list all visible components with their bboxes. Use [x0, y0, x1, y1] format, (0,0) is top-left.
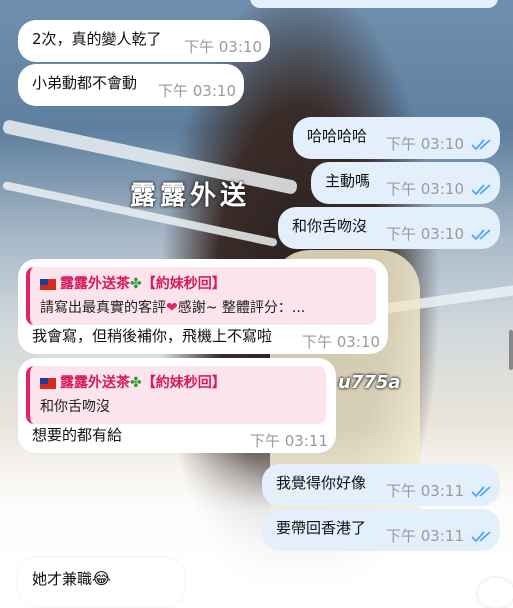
taiwan-flag-icon [40, 377, 56, 389]
double-check-icon [471, 139, 491, 151]
message-text: 哈哈哈哈 [307, 127, 368, 145]
reply-quote-sender: 露露外送茶✤【約妹秒回】 [40, 273, 226, 293]
double-check-icon [471, 486, 491, 498]
message-time: 下午 03:10 [386, 135, 464, 153]
reply-quote-sender: 露露外送茶✤【約妹秒回】 [40, 372, 226, 392]
message-text: 2次，真的變人乾了 [32, 30, 162, 48]
tears-of-joy-icon: 😂 [92, 569, 111, 588]
reply-quote[interactable]: 露露外送茶✤【約妹秒回】 請寫出最真實的客評❤感謝~ 整體評分：... [26, 267, 376, 325]
message-time: 下午 03:10 [158, 82, 236, 100]
message-time: 下午 03:10 [386, 225, 464, 243]
reply-quote[interactable]: 露露外送茶✤【約妹秒回】 和你舌吻沒 [26, 366, 326, 424]
reply-quote-text: 和你舌吻沒 [40, 399, 110, 415]
message-bubble-outgoing[interactable]: 要帶回香港了 下午 03:11 [262, 509, 500, 551]
message-time: 下午 03:11 [386, 482, 464, 500]
message-bubble-outgoing-clipped[interactable] [250, 0, 498, 8]
taiwan-flag-icon [40, 278, 56, 290]
message-bubble-incoming[interactable]: 小弟動都不會動 下午 03:10 [18, 64, 244, 106]
message-text: 她才兼職😂 [32, 569, 111, 588]
message-time: 下午 03:10 [302, 333, 380, 351]
double-check-icon [471, 531, 491, 543]
message-time: 下午 03:10 [386, 180, 464, 198]
wallpaper-watermark: 露露外送 [130, 181, 251, 211]
message-bubble-outgoing[interactable]: 主動嗎 下午 03:10 [311, 162, 500, 204]
heart-icon: ❤ [166, 300, 178, 316]
four-leaf-clover-icon: ✤ [130, 276, 142, 292]
scrollbar-thumb[interactable] [509, 330, 513, 370]
message-bubble-outgoing[interactable]: 我覺得你好像 下午 03:11 [262, 464, 500, 506]
message-time: 下午 03:11 [386, 527, 464, 545]
message-bubble-incoming[interactable]: 她才兼職😂 [18, 558, 184, 606]
double-check-icon [471, 229, 491, 241]
message-bubble-incoming-reply[interactable]: 露露外送茶✤【約妹秒回】 請寫出最真實的客評❤感謝~ 整體評分：... 我會寫，… [18, 259, 388, 354]
double-check-icon [471, 184, 491, 196]
message-bubble-outgoing[interactable]: 哈哈哈哈 下午 03:10 [293, 117, 500, 159]
message-text: 小弟動都不會動 [32, 74, 138, 92]
message-text: 主動嗎 [325, 172, 371, 190]
message-text: 我覺得你好像 [276, 474, 367, 492]
message-text: 我會寫，但稍後補你，飛機上不寫啦 [32, 327, 273, 345]
message-text: 要帶回香港了 [276, 519, 367, 537]
scroll-button[interactable] [478, 578, 513, 608]
four-leaf-clover-icon: ✤ [130, 375, 142, 391]
message-time: 下午 03:11 [250, 432, 328, 450]
reply-quote-text: 請寫出最真實的客評❤感謝~ 整體評分：... [40, 300, 306, 316]
message-bubble-incoming-reply[interactable]: 露露外送茶✤【約妹秒回】 和你舌吻沒 想要的都有給 下午 03:11 [18, 358, 336, 453]
message-time: 下午 03:10 [184, 38, 262, 56]
wallpaper-watermark-id: u775a [338, 372, 401, 393]
message-bubble-incoming[interactable]: 2次，真的變人乾了 下午 03:10 [18, 20, 270, 62]
message-text: 和你舌吻沒 [292, 217, 368, 235]
message-text: 想要的都有給 [32, 426, 123, 444]
message-bubble-outgoing[interactable]: 和你舌吻沒 下午 03:10 [278, 207, 500, 249]
